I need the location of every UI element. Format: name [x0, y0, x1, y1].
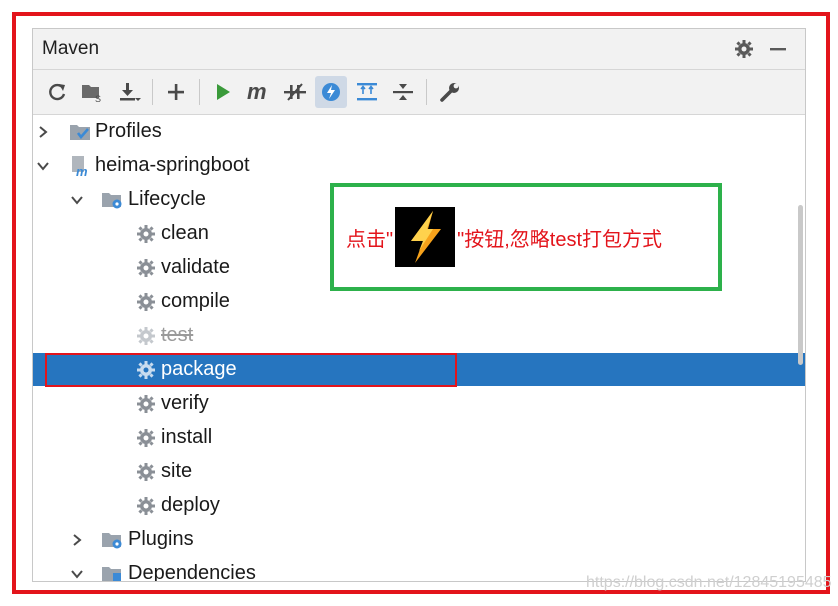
- goal-label: install: [161, 426, 213, 448]
- gear-icon: [135, 393, 157, 415]
- gear-icon: [135, 257, 157, 279]
- tree-item-label: Plugins: [128, 528, 194, 550]
- goal-label: site: [161, 460, 193, 482]
- collapse-icon[interactable]: [387, 76, 419, 108]
- gear-icon: [135, 325, 157, 347]
- maven-tool-window: Maven S m Profiles m heima-springboot Li…: [32, 28, 806, 582]
- vertical-scrollbar[interactable]: [798, 205, 803, 365]
- goal-install[interactable]: install: [33, 421, 805, 454]
- watermark: https://blog.csdn.net/12845195485: [586, 574, 832, 591]
- callout-text-suffix: "按钮,忽略test打包方式: [457, 228, 663, 251]
- offline-icon[interactable]: [279, 76, 311, 108]
- goal-label: compile: [161, 290, 230, 312]
- gear-icon: [135, 495, 157, 517]
- dependencies-folder-icon: [101, 563, 123, 582]
- minimize-icon[interactable]: [765, 36, 791, 62]
- download-icon[interactable]: [113, 76, 145, 108]
- toolbar-separator: [199, 79, 200, 105]
- gear-icon: [135, 291, 157, 313]
- goal-label: verify: [161, 392, 209, 414]
- goal-deploy[interactable]: deploy: [33, 489, 805, 522]
- chevron-right-icon[interactable]: [35, 124, 51, 140]
- annotation-callout: 点击" "按钮,忽略test打包方式: [330, 183, 722, 291]
- goal-label: validate: [161, 256, 230, 278]
- chevron-right-icon[interactable]: [69, 532, 85, 548]
- gear-icon: [135, 461, 157, 483]
- maven-toolbar: S m: [33, 70, 805, 115]
- goal-label: test: [161, 324, 194, 346]
- gear-icon[interactable]: [731, 36, 757, 62]
- tool-window-title: Maven: [42, 38, 100, 59]
- lightning-icon: [395, 207, 456, 267]
- profiles-icon: [69, 121, 91, 143]
- svg-text:S: S: [95, 94, 101, 103]
- toolbar-separator: [152, 79, 153, 105]
- gear-icon: [135, 223, 157, 245]
- folder-generate-icon[interactable]: S: [77, 76, 109, 108]
- play-icon[interactable]: [207, 76, 239, 108]
- svg-text:m: m: [247, 81, 267, 103]
- plus-icon[interactable]: [160, 76, 192, 108]
- expand-icon[interactable]: [351, 76, 383, 108]
- maven-m-icon[interactable]: m: [243, 76, 275, 108]
- chevron-down-icon[interactable]: [69, 192, 85, 208]
- tool-window-header: Maven: [33, 29, 805, 70]
- tree-item-label: Profiles: [95, 120, 162, 142]
- tree-item-project[interactable]: m heima-springboot: [33, 149, 805, 182]
- refresh-icon[interactable]: [41, 76, 73, 108]
- callout-text-prefix: 点击": [346, 228, 394, 251]
- wrench-icon[interactable]: [434, 76, 466, 108]
- toolbar-separator: [426, 79, 427, 105]
- annotation-package-highlight: [45, 353, 457, 387]
- header-actions: [723, 36, 791, 62]
- lifecycle-folder-icon: [101, 189, 123, 211]
- goal-verify[interactable]: verify: [33, 387, 805, 420]
- tree-item-profiles[interactable]: Profiles: [33, 115, 805, 148]
- goal-test-skipped[interactable]: test: [33, 319, 805, 352]
- chevron-down-icon[interactable]: [35, 158, 51, 174]
- goal-label: clean: [161, 222, 209, 244]
- goal-site[interactable]: site: [33, 455, 805, 488]
- gear-icon: [135, 427, 157, 449]
- chevron-down-icon[interactable]: [69, 566, 85, 582]
- tree-item-label: heima-springboot: [95, 154, 250, 176]
- svg-text:m: m: [76, 164, 88, 177]
- tree-item-label: Lifecycle: [128, 188, 206, 210]
- goal-label: deploy: [161, 494, 220, 516]
- tree-item-label: Dependencies: [128, 562, 256, 582]
- maven-project-icon: m: [69, 155, 91, 177]
- lightning-icon[interactable]: [315, 76, 347, 108]
- plugins-folder-icon: [101, 529, 123, 551]
- tree-item-plugins[interactable]: Plugins: [33, 523, 805, 556]
